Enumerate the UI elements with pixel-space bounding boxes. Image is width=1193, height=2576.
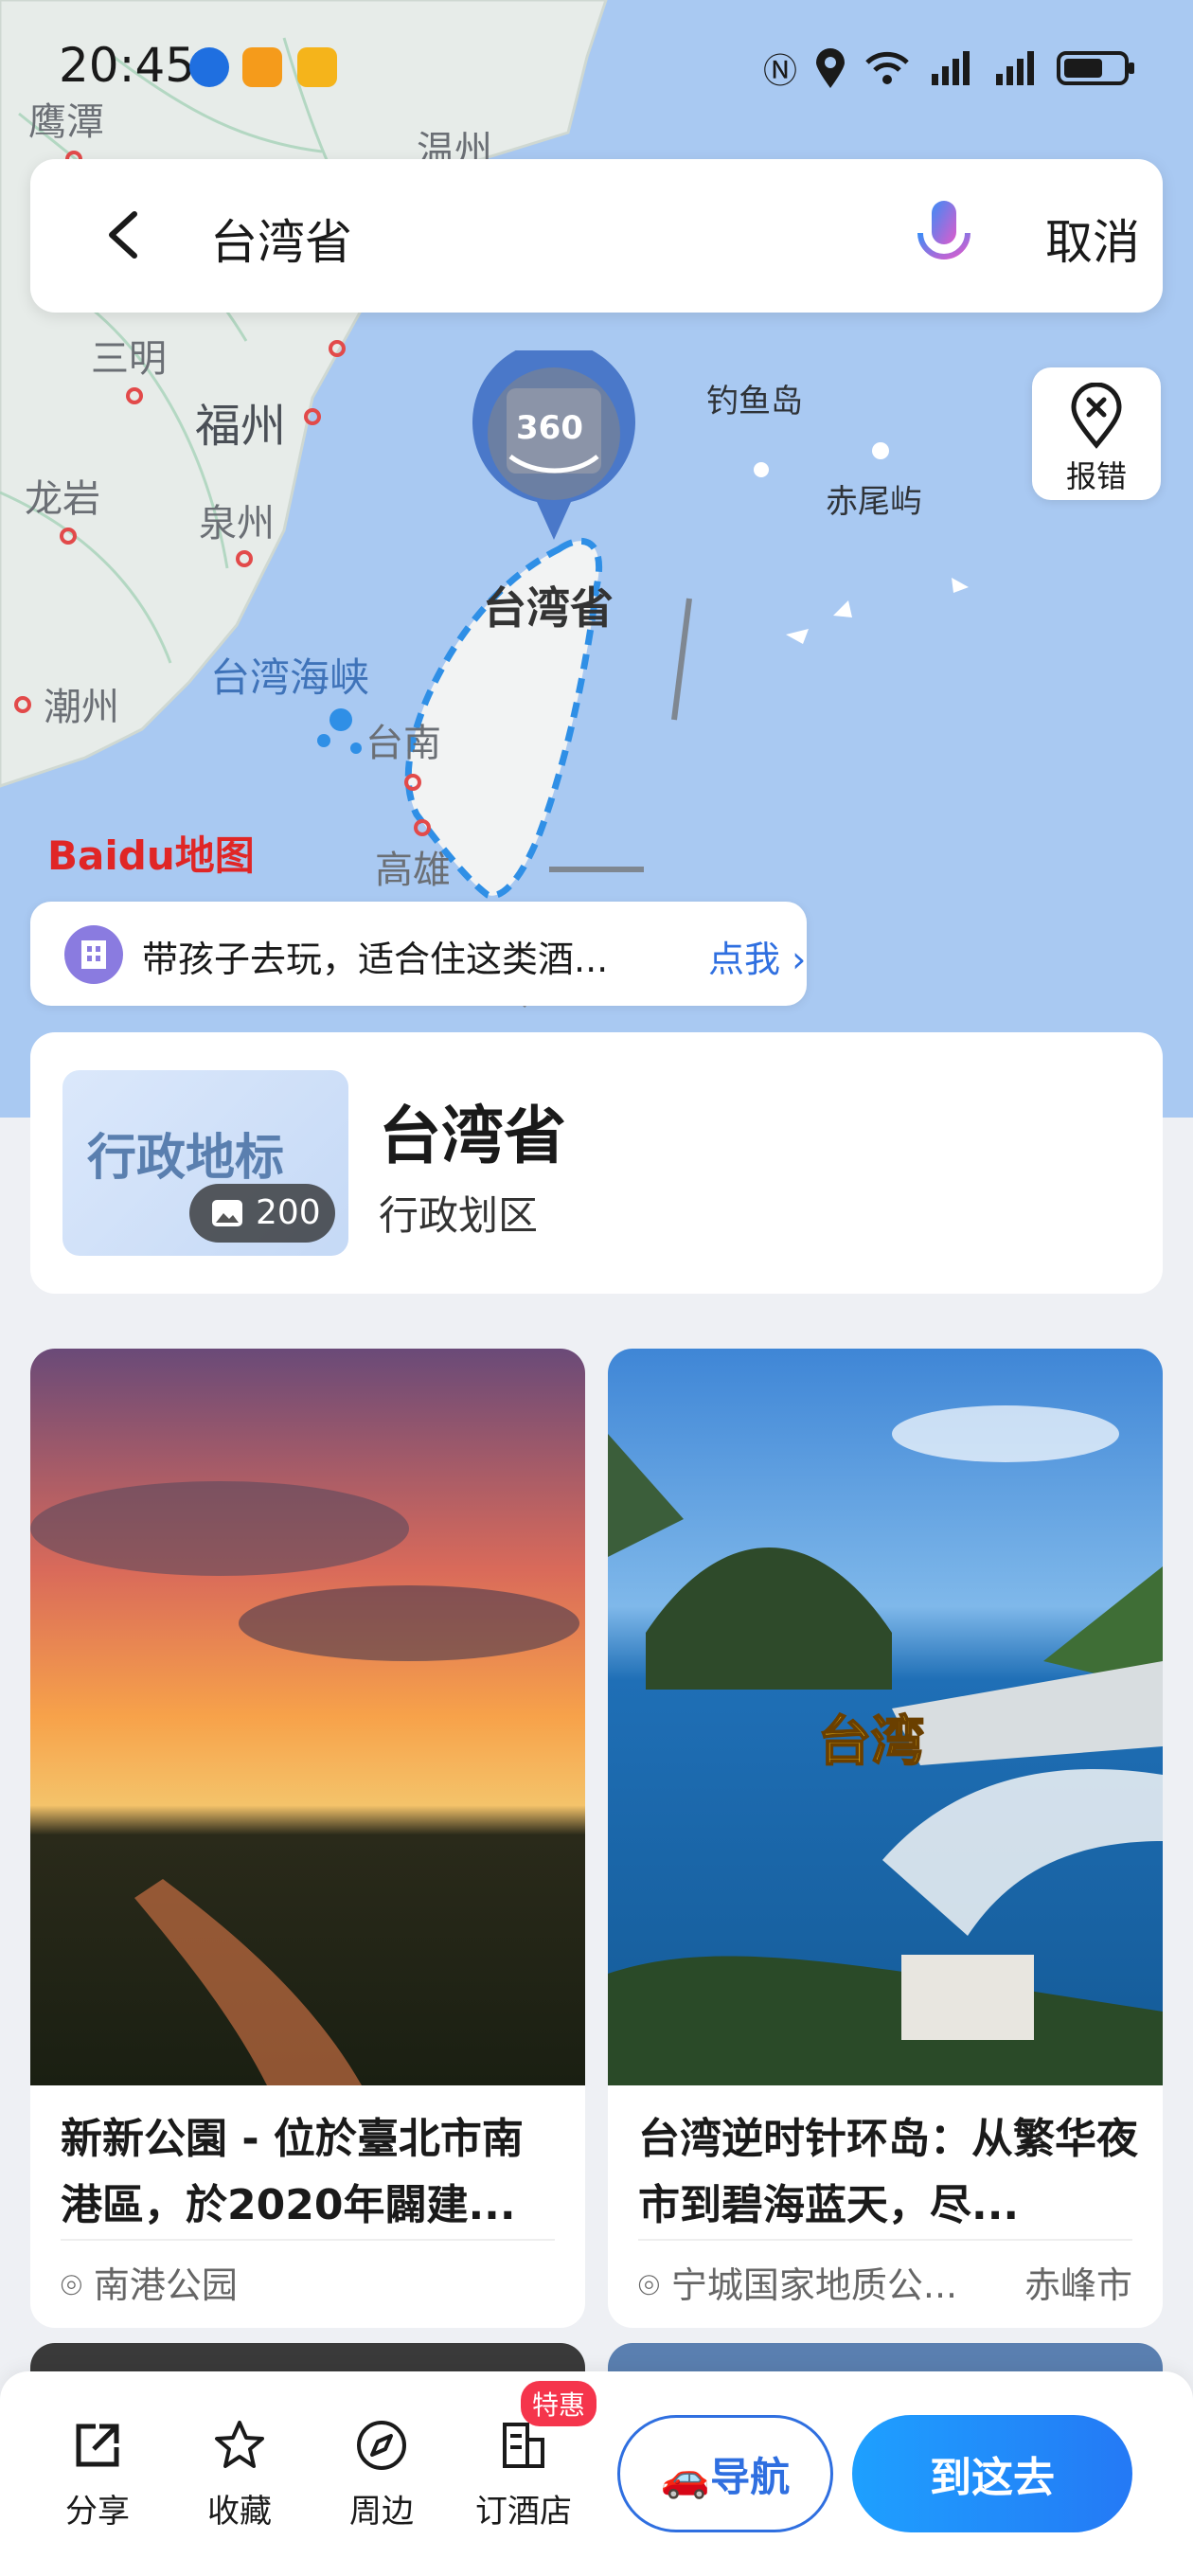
feed-divider: [61, 2239, 555, 2241]
battery-icon: [1057, 51, 1134, 85]
feed-location-label-1: 南港公园: [93, 2264, 238, 2306]
promo-text: 带孩子去玩，适合住这类酒...: [142, 939, 609, 980]
chevron-left-icon: [109, 211, 137, 259]
hotel-building-icon: [503, 2423, 544, 2468]
map-label-yingtan: 鹰潭: [28, 100, 104, 144]
photo-icon: [212, 1200, 242, 1226]
map-label-chiwei: 赤尾屿: [826, 483, 922, 521]
feed-location-label-2: 宁城国家地质公...: [670, 2264, 958, 2306]
map-label-diaoyu: 钓鱼岛: [706, 383, 803, 420]
car-icon: 🚗: [660, 2453, 711, 2500]
location-pin-icon: ⌾: [638, 2264, 671, 2306]
feed-card-2[interactable]: 台湾 台湾逆时针环岛：从繁华夜市到碧海蓝天，尽... ⌾ 宁城国家地质公... …: [608, 1349, 1163, 2328]
panorama-label: 360: [516, 409, 583, 447]
search-bar[interactable]: 台湾省 取消: [30, 159, 1163, 313]
feed-card-1[interactable]: 新新公園 - 位於臺北市南港區，於2020年闢建... ⌾ 南港公园: [30, 1349, 585, 2328]
map-label-taiwan[interactable]: 台湾省: [483, 574, 614, 636]
hotel-label: 订酒店: [475, 2493, 572, 2531]
feed-location-1: ⌾ 南港公园: [61, 2256, 238, 2308]
map-label-kaohsiung: 高雄: [375, 849, 451, 892]
panorama-pin-icon: [472, 340, 635, 540]
wifi-icon: [865, 51, 909, 84]
location-pin-icon: ⌾: [61, 2264, 94, 2306]
status-icons: Ⓝ: [763, 44, 1136, 93]
hotel-icon: [64, 925, 123, 984]
status-bar: 20:45 Ⓝ: [0, 38, 1193, 98]
promo-link[interactable]: 点我 ›: [708, 930, 806, 982]
map-label-quanzhou: 泉州: [199, 502, 275, 546]
map-label-chaozhou: 潮州: [44, 686, 119, 729]
feed-location-2: ⌾ 宁城国家地质公...: [638, 2256, 957, 2308]
status-time: 20:45: [59, 38, 196, 93]
star-icon: [215, 2421, 264, 2468]
map-label-longyan: 龙岩: [25, 477, 100, 521]
location-error-icon: [1071, 383, 1122, 449]
map-label-sanming: 三明: [91, 337, 167, 381]
place-card[interactable]: 行政地标 200 台湾省 行政划区: [30, 1032, 1163, 1294]
hotel-deal-badge: 特惠: [521, 2381, 597, 2426]
feed-title-1: 新新公園 - 位於臺北市南港區，於2020年闢建...: [61, 2115, 524, 2229]
baidu-logo: Baidu地图: [47, 824, 255, 882]
microphone-icon: [917, 201, 970, 269]
wallet-notification-icon: [242, 47, 282, 87]
app-notification-icon: [189, 47, 229, 87]
favorite-button[interactable]: 收藏: [178, 2419, 301, 2531]
share-icon: [76, 2424, 119, 2467]
photo-count: 200: [256, 1193, 321, 1232]
map-label-fuzhou: 福州: [195, 400, 287, 453]
thumbnail-title: 行政地标: [86, 1130, 284, 1187]
report-error-label: 报错: [1065, 458, 1127, 494]
nearby-button[interactable]: 周边: [320, 2419, 443, 2531]
favorite-label: 收藏: [207, 2493, 272, 2531]
nearby-label: 周边: [349, 2493, 414, 2531]
promo-link-label: 点我: [708, 939, 781, 980]
signal-icon-1: [932, 51, 970, 85]
share-button[interactable]: 分享: [36, 2419, 159, 2531]
location-icon: [816, 48, 845, 88]
feed-image-sunset: [30, 1349, 585, 2085]
feed-image-overlay-text: 台湾: [817, 1710, 925, 1774]
promo-banner[interactable]: 带孩子去玩，适合住这类酒... 点我 ›: [30, 902, 807, 1006]
place-thumbnail[interactable]: 行政地标 200: [62, 1070, 348, 1256]
go-there-button[interactable]: 到这去: [852, 2415, 1132, 2532]
share-label: 分享: [65, 2493, 130, 2531]
cancel-button[interactable]: 取消: [1045, 205, 1140, 273]
voice-search-button[interactable]: [911, 197, 977, 273]
search-query[interactable]: 台湾省: [210, 205, 352, 273]
report-error-button[interactable]: 报错: [1032, 367, 1161, 500]
baidu-logo-text: Baidu地图: [47, 832, 255, 879]
chevron-right-icon: ›: [792, 939, 807, 980]
feed-divider: [638, 2239, 1132, 2241]
navigate-label: 导航: [710, 2453, 791, 2500]
feed-city-2: 赤峰市: [1024, 2264, 1132, 2306]
map-label-tainan: 台南: [365, 722, 441, 765]
feed-title-2: 台湾逆时针环岛：从繁华夜市到碧海蓝天，尽...: [638, 2115, 1138, 2229]
signal-icon-2: [996, 51, 1034, 85]
photo-count-badge: 200: [189, 1184, 335, 1243]
navigate-button[interactable]: 🚗导航: [617, 2415, 833, 2532]
place-title: 台湾省: [379, 1100, 566, 1172]
map-label-taiwan-strait: 台湾海峡: [210, 654, 370, 701]
compass-icon: [357, 2421, 406, 2470]
panorama-360-pin[interactable]: 360: [469, 340, 639, 549]
bottom-action-bar: 分享 收藏 周边 订酒店 特惠 🚗导航 到这去: [0, 2371, 1193, 2576]
nfc-icon: Ⓝ: [762, 52, 797, 91]
back-button[interactable]: [97, 206, 153, 263]
hotel-button[interactable]: 订酒店: [462, 2419, 585, 2531]
shield-notification-icon: [297, 47, 337, 87]
place-type: 行政划区: [379, 1192, 539, 1239]
